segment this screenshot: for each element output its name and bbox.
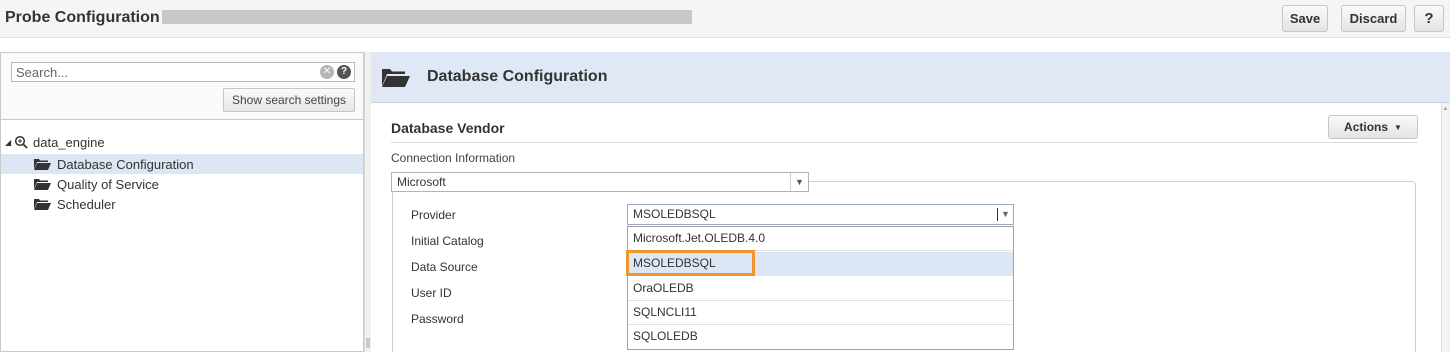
user-id-label: User ID (411, 286, 452, 300)
vertical-scrollbar[interactable] (1441, 103, 1450, 352)
provider-option[interactable]: OraOLEDB (628, 277, 1013, 301)
data-source-label: Data Source (411, 260, 478, 274)
tree-item-label: Scheduler (57, 196, 116, 212)
panel-title: Database Configuration (427, 68, 608, 85)
help-icon[interactable]: ? (337, 65, 351, 79)
provider-option[interactable]: Microsoft.Jet.OLEDB.4.0 (628, 227, 1013, 251)
save-button[interactable]: Save (1282, 5, 1328, 32)
chevron-down-icon: ▼ (1394, 123, 1402, 132)
section-divider (391, 142, 1418, 143)
connection-information-label: Connection Information (391, 151, 516, 165)
actions-label: Actions (1344, 120, 1389, 134)
folder-icon (34, 179, 51, 190)
page-title: Probe Configuration (5, 9, 160, 26)
vendor-select-value: Microsoft (397, 175, 446, 189)
provider-option-hovered[interactable]: MSOLEDBSQL (626, 250, 1013, 276)
folder-icon (382, 69, 410, 87)
provider-select[interactable]: MSOLEDBSQL ▼ (627, 204, 1014, 225)
collapse-triangle-icon[interactable]: ◢ (5, 138, 13, 147)
help-button[interactable]: ? (1414, 5, 1444, 32)
vendor-select[interactable]: Microsoft ▼ (391, 172, 809, 192)
highlight-box (626, 250, 755, 276)
probe-icon (14, 135, 28, 149)
search-input[interactable] (16, 65, 306, 80)
provider-option[interactable]: SQLOLEDB (628, 325, 1013, 349)
navigation-panel: ✕ ? Show search settings ◢ data_engine D… (0, 52, 364, 352)
redacted-title-area (162, 10, 692, 24)
section-title: Database Vendor (391, 120, 505, 136)
search-area: ✕ ? Show search settings (1, 53, 363, 120)
search-box: ✕ ? (11, 62, 355, 82)
provider-label: Provider (411, 208, 456, 222)
search-clear-icon[interactable]: ✕ (320, 65, 334, 79)
discard-button[interactable]: Discard (1341, 5, 1406, 32)
panel-splitter[interactable] (364, 52, 371, 352)
tree-item-label: Database Configuration (57, 156, 194, 172)
folder-icon (34, 159, 51, 170)
password-label: Password (411, 312, 464, 326)
chevron-down-icon[interactable]: ▼ (998, 205, 1013, 224)
tree-item-database-configuration[interactable]: Database Configuration (1, 154, 363, 174)
panel-header: Database Configuration (371, 52, 1450, 103)
scroll-up-icon[interactable]: ▲ (1441, 103, 1450, 115)
folder-icon (34, 199, 51, 210)
tree-root[interactable]: ◢ data_engine (5, 133, 105, 151)
provider-dropdown-list: Microsoft.Jet.OLEDB.4.0 MSOLEDBSQL OraOL… (626, 226, 1014, 350)
config-panel: Database Configuration Database Vendor A… (371, 52, 1450, 352)
show-search-settings-button[interactable]: Show search settings (223, 88, 355, 112)
tree-item-quality-of-service[interactable]: Quality of Service (1, 174, 363, 194)
initial-catalog-label: Initial Catalog (411, 234, 484, 248)
tree-item-label: Quality of Service (57, 176, 159, 192)
top-bar: Probe Configuration Save Discard ? (0, 0, 1450, 38)
provider-select-value: MSOLEDBSQL (633, 207, 716, 221)
tree-item-scheduler[interactable]: Scheduler (1, 194, 363, 214)
actions-button[interactable]: Actions ▼ (1328, 115, 1418, 139)
splitter-grip[interactable] (366, 338, 370, 348)
tree-root-label: data_engine (33, 134, 105, 150)
provider-option[interactable]: SQLNCLI11 (628, 301, 1013, 325)
chevron-down-icon[interactable]: ▼ (790, 173, 808, 191)
